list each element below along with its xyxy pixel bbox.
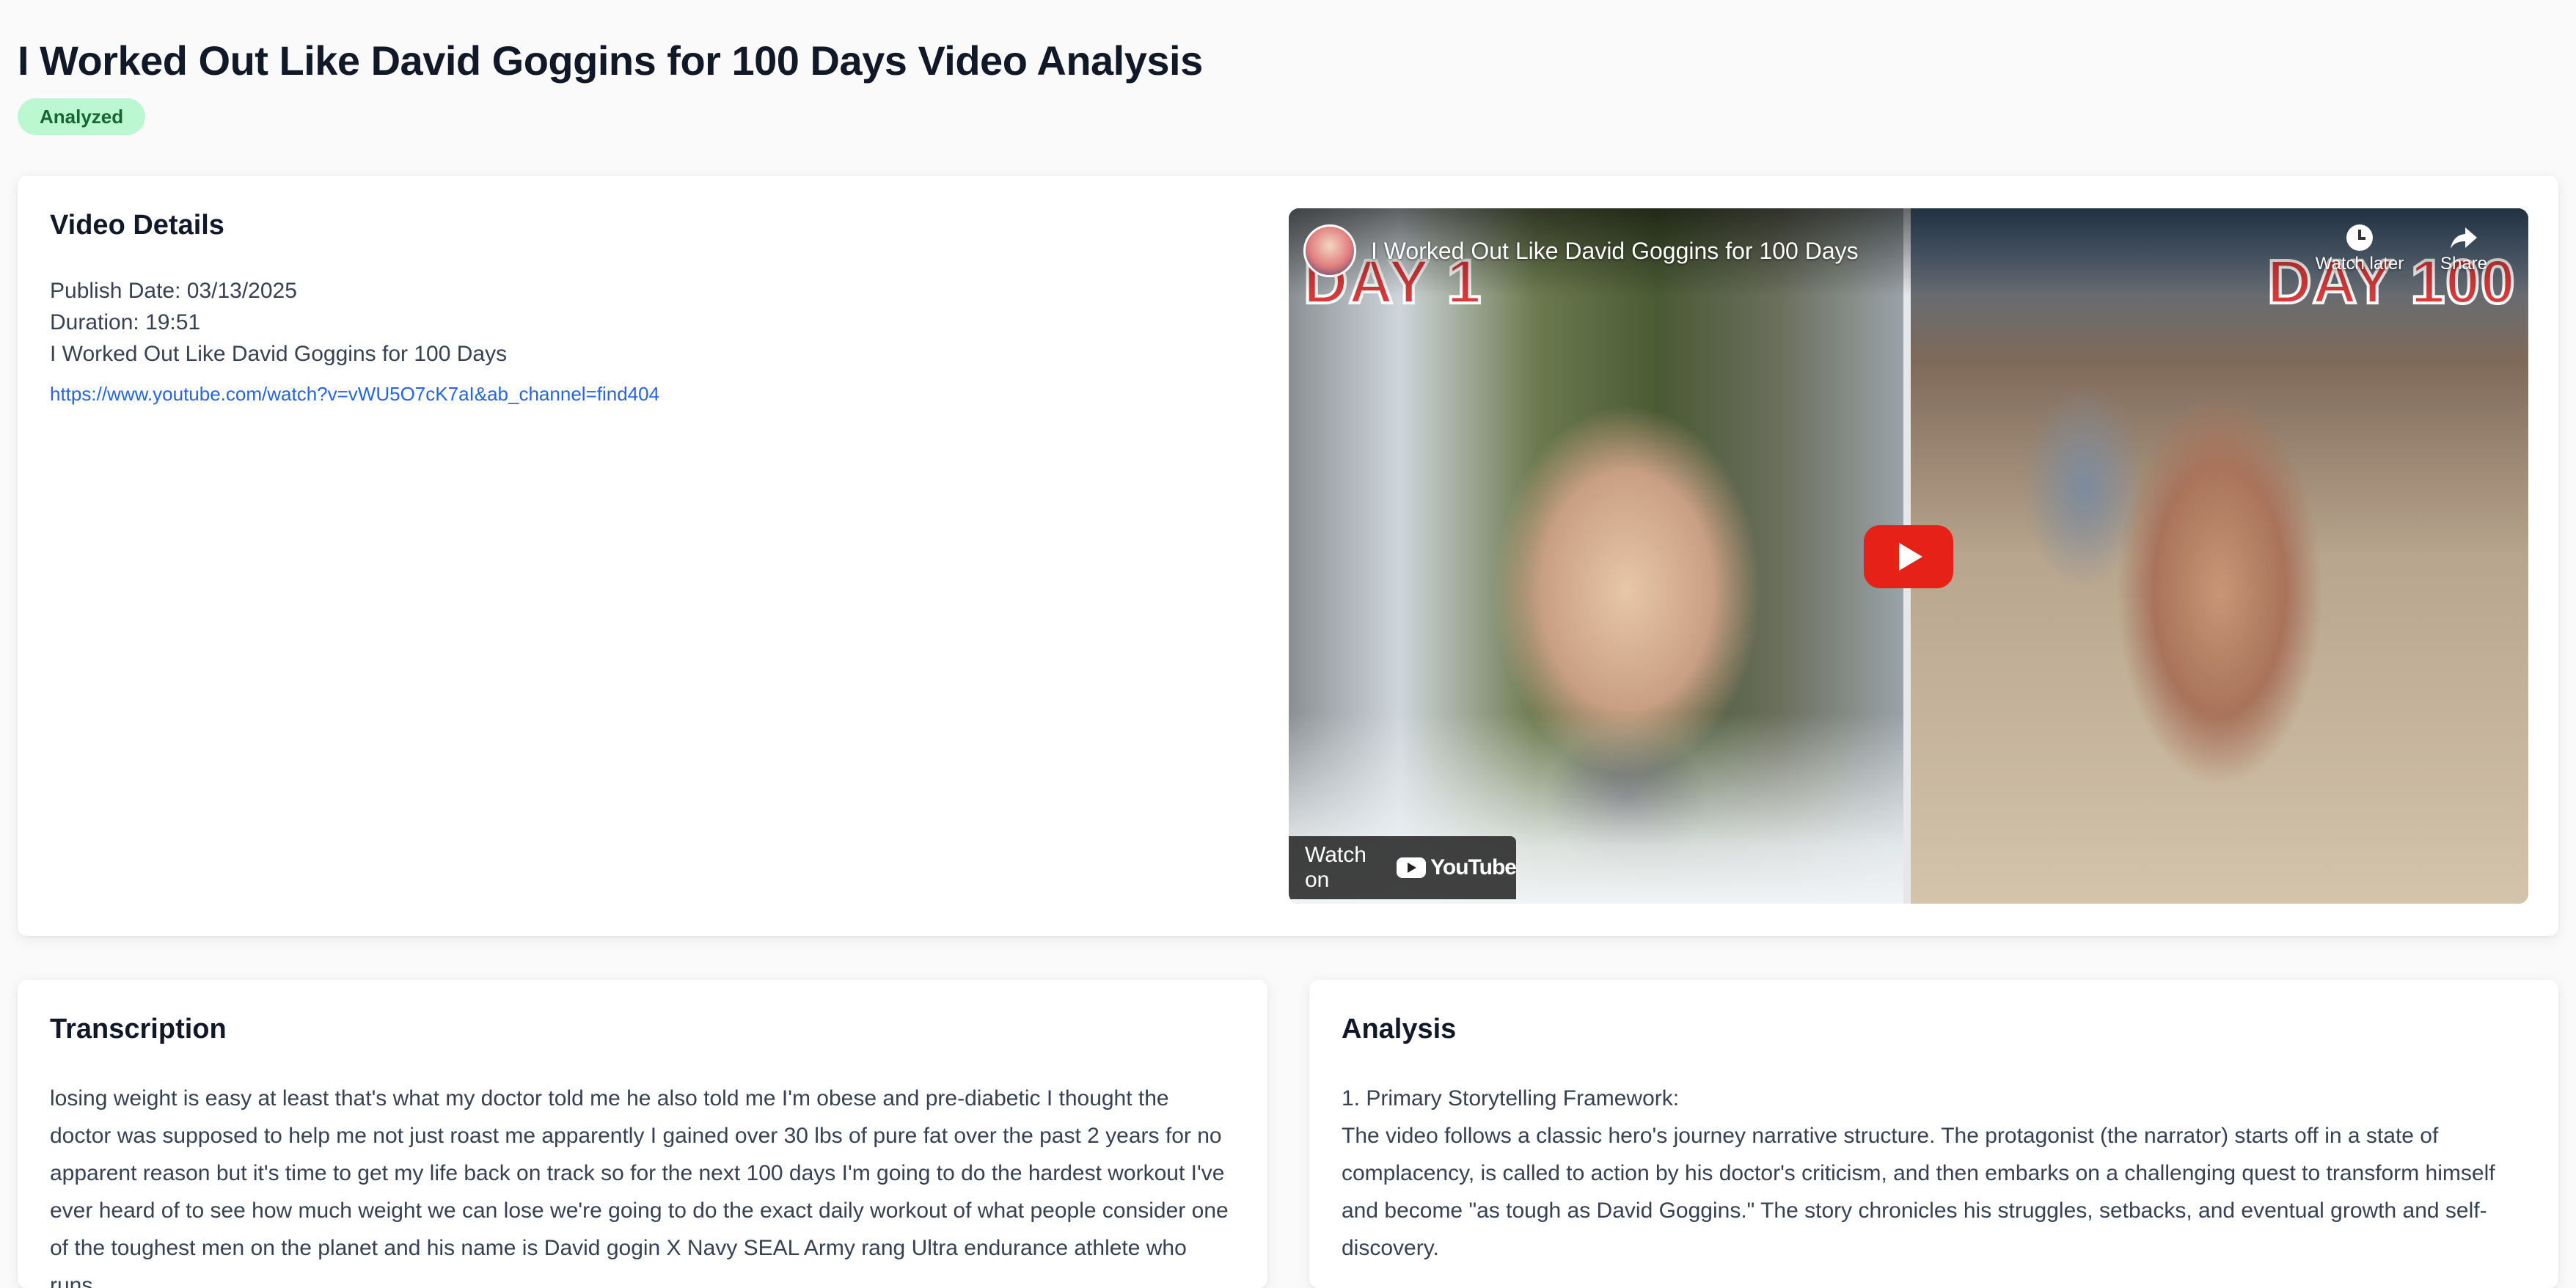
transcription-heading: Transcription [50,1014,227,1044]
page: I Worked Out Like David Goggins for 100 … [0,0,2576,1288]
video-title-text: I Worked Out Like David Goggins for 100 … [50,342,508,366]
watch-on-youtube-button[interactable]: Watch on YouTube [1289,836,1517,899]
video-details-heading: Video Details [50,210,224,241]
youtube-logo-text: YouTube [1430,855,1517,879]
analysis-card: Analysis 1. Primary Storytelling Framewo… [1309,980,2558,1288]
video-embed[interactable]: DAY 1 DAY 100 I Worked Out Like David Go… [1289,208,2528,904]
share-icon [2451,227,2477,249]
channel-avatar[interactable] [1303,224,1356,277]
transcription-card: Transcription losing weight is easy at l… [18,980,1267,1288]
video-url-link[interactable]: https://www.youtube.com/watch?v=vWU5O7cK… [50,383,659,406]
share-label: Share [2440,254,2488,274]
analysis-text: The video follows a classic hero's journ… [1342,1124,2495,1260]
youtube-logo-icon [1397,857,1427,878]
play-button[interactable] [1864,525,1953,588]
share-button[interactable]: Share [2427,224,2500,274]
clock-icon [2346,224,2373,251]
analysis-section-title: 1. Primary Storytelling Framework: [1342,1086,1680,1110]
video-details-card: Video Details Publish Date: 03/13/2025 D… [18,176,2558,936]
status-badge: Analyzed [18,98,146,135]
watch-later-label: Watch later [2315,254,2404,274]
analysis-heading: Analysis [1342,1014,1457,1044]
page-title: I Worked Out Like David Goggins for 100 … [18,37,1203,84]
embed-video-title[interactable]: I Worked Out Like David Goggins for 100 … [1371,238,1859,265]
youtube-logo: YouTube [1397,855,1517,880]
transcription-text: losing weight is easy at least that's wh… [50,1086,1229,1288]
publish-date: Publish Date: 03/13/2025 [50,279,297,303]
duration: Duration: 19:51 [50,310,201,334]
watch-on-label: Watch on [1305,843,1366,892]
watch-later-button[interactable]: Watch later [2312,224,2407,274]
analysis-body: 1. Primary Storytelling Framework: The v… [1342,1080,2526,1267]
